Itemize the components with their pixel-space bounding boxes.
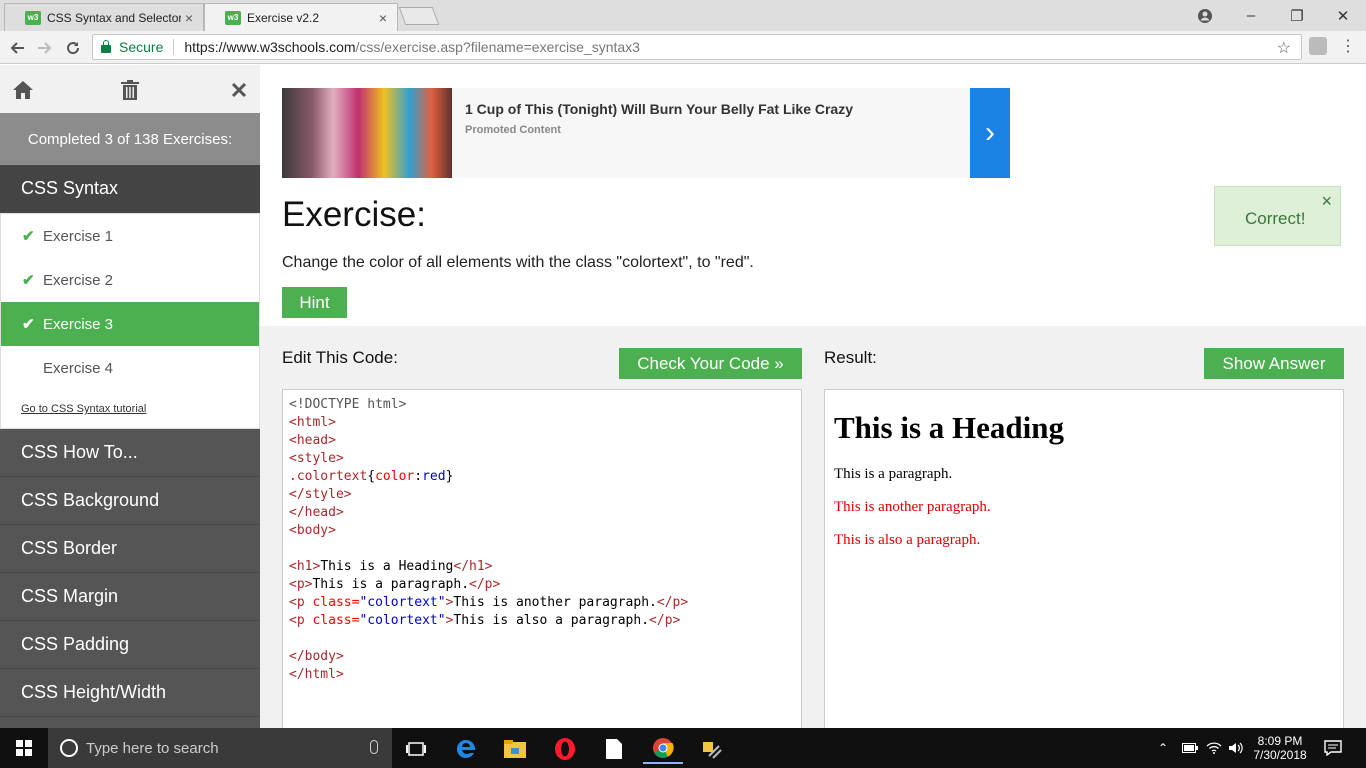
exercise-label: Exercise 3: [43, 315, 114, 333]
tab-title: CSS Syntax and Selectors: [47, 10, 181, 25]
checkmark-icon: ✔: [22, 228, 35, 245]
result-paragraph-red: This is another paragraph.: [834, 499, 991, 515]
extension-icon[interactable]: [1309, 37, 1327, 55]
chapter-css-how-to[interactable]: CSS How To...: [0, 429, 260, 477]
home-icon[interactable]: [10, 77, 36, 103]
chrome-icon[interactable]: [643, 734, 683, 764]
taskbar-search[interactable]: Type here to search: [48, 728, 392, 768]
tab-exercise[interactable]: w3 Exercise v2.2 ×: [204, 3, 398, 31]
url-path: /css/exercise.asp?filename=exercise_synt…: [355, 39, 640, 55]
checkmark-icon: ✔: [22, 316, 35, 333]
correct-message: Correct!: [1245, 209, 1306, 228]
correct-alert: Correct! ×: [1214, 186, 1341, 246]
task-view-icon[interactable]: [396, 734, 436, 764]
chapter-css-border[interactable]: CSS Border: [0, 525, 260, 573]
result-frame: This is a Heading This is a paragraph. T…: [824, 389, 1344, 728]
check-code-button[interactable]: Check Your Code »: [619, 348, 802, 379]
new-tab-button[interactable]: [398, 7, 440, 25]
ad-image[interactable]: [282, 88, 452, 178]
clock[interactable]: 8:09 PM 7/30/2018: [1253, 728, 1307, 768]
secure-indicator[interactable]: Secure: [101, 39, 163, 55]
menu-dots-icon[interactable]: ⋮: [1340, 36, 1356, 56]
forward-arrow-icon[interactable]: [34, 37, 56, 59]
chapter-css-background[interactable]: CSS Background: [0, 477, 260, 525]
main-content: 1 Cup of This (Tonight) Will Burn Your B…: [260, 65, 1366, 728]
exercise-workarea: Edit This Code: Check Your Code » Result…: [260, 326, 1366, 728]
url-host: https://www.w3schools.com: [184, 39, 356, 55]
w3schools-favicon-icon: w3: [25, 10, 41, 25]
sidebar: Completed 3 of 138 Exercises: CSS Syntax…: [0, 65, 260, 728]
show-answer-button[interactable]: Show Answer: [1204, 348, 1344, 379]
exercise-title: Exercise:: [282, 195, 426, 234]
clock-date: 7/30/2018: [1253, 748, 1307, 762]
volume-icon[interactable]: [1228, 728, 1244, 768]
wifi-icon[interactable]: [1206, 728, 1222, 768]
exercise-item-3[interactable]: ✔ Exercise 3: [1, 302, 259, 346]
chevron-right-icon[interactable]: ›: [970, 88, 1010, 178]
ad-title[interactable]: 1 Cup of This (Tonight) Will Burn Your B…: [465, 101, 853, 117]
exercise-item-4[interactable]: Exercise 4: [1, 346, 259, 390]
cortana-icon: [60, 739, 78, 757]
clock-time: 8:09 PM: [1257, 734, 1303, 748]
search-placeholder: Type here to search: [86, 739, 219, 757]
result-paragraph-red: This is also a paragraph.: [834, 532, 981, 548]
tab-title: Exercise v2.2: [247, 10, 320, 25]
tab-css-syntax[interactable]: w3 CSS Syntax and Selectors ×: [4, 3, 204, 31]
window-close-button[interactable]: ✕: [1320, 0, 1366, 31]
exercise-description: Change the color of all elements with th…: [282, 254, 754, 271]
chapter-css-height-width[interactable]: CSS Height/Width: [0, 669, 260, 717]
tab-close-icon[interactable]: ×: [379, 10, 387, 26]
notifications-icon[interactable]: [1324, 728, 1342, 768]
result-heading: This is a Heading: [834, 410, 1064, 445]
lock-icon: [101, 39, 111, 53]
profile-icon[interactable]: [1182, 0, 1228, 31]
w3schools-favicon-icon: w3: [225, 10, 241, 25]
opera-icon[interactable]: [545, 734, 585, 764]
chapter-css-padding[interactable]: CSS Padding: [0, 621, 260, 669]
tab-strip: w3 CSS Syntax and Selectors × w3 Exercis…: [0, 0, 1366, 31]
tray-chevron-up-icon[interactable]: ⌃: [1158, 728, 1168, 768]
exercise-label: Exercise 4: [43, 359, 114, 377]
tutorial-link[interactable]: Go to CSS Syntax tutorial: [1, 390, 259, 428]
ad-subtitle: Promoted Content: [465, 124, 561, 136]
secure-label: Secure: [119, 39, 164, 55]
checkmark-icon: ✔: [22, 272, 35, 289]
address-bar[interactable]: Secure https://www.w3schools.com/css/exe…: [92, 34, 1302, 60]
tools-icon[interactable]: [692, 734, 732, 764]
document-icon[interactable]: [594, 734, 634, 764]
chapter-css-syntax[interactable]: CSS Syntax: [0, 165, 260, 213]
code-editor[interactable]: <!DOCTYPE html> <html> <head> <style> .c…: [282, 389, 802, 728]
microphone-icon[interactable]: [370, 740, 378, 754]
windows-taskbar: Type here to search ⌃ 8:09 PM 7/30/2018: [0, 728, 1366, 768]
maximize-button[interactable]: ❐: [1274, 0, 1320, 31]
file-explorer-icon[interactable]: [495, 734, 535, 764]
start-button[interactable]: [0, 728, 48, 768]
minimize-button[interactable]: –: [1228, 0, 1274, 31]
reload-icon[interactable]: [62, 37, 84, 59]
exercise-item-2[interactable]: ✔ Exercise 2: [1, 258, 259, 302]
sidebar-toolbar: [0, 65, 260, 113]
close-icon[interactable]: [226, 77, 252, 103]
battery-icon[interactable]: [1182, 728, 1198, 768]
alert-close-icon[interactable]: ×: [1321, 191, 1332, 212]
omnibox-divider: [173, 39, 175, 55]
chapter-css-margin[interactable]: CSS Margin: [0, 573, 260, 621]
exercise-list: ✔ Exercise 1 ✔ Exercise 2 ✔ Exercise 3 E…: [0, 213, 260, 429]
progress-label: Completed 3 of 138 Exercises:: [0, 113, 260, 165]
promoted-ad[interactable]: 1 Cup of This (Tonight) Will Burn Your B…: [282, 88, 1010, 178]
trash-icon[interactable]: [117, 77, 143, 103]
browser-toolbar: Secure https://www.w3schools.com/css/exe…: [0, 31, 1366, 64]
result-paragraph: This is a paragraph.: [834, 466, 953, 482]
edge-icon[interactable]: [446, 734, 486, 764]
exercise-item-1[interactable]: ✔ Exercise 1: [1, 214, 259, 258]
tab-close-icon[interactable]: ×: [185, 10, 193, 26]
back-arrow-icon[interactable]: [6, 37, 28, 59]
bookmark-star-icon[interactable]: ☆: [1277, 38, 1291, 58]
exercise-label: Exercise 1: [43, 227, 114, 245]
exercise-label: Exercise 2: [43, 271, 114, 289]
edit-code-label: Edit This Code:: [282, 348, 398, 367]
result-label: Result:: [824, 348, 877, 367]
windows-logo-icon: [16, 740, 32, 756]
hint-button[interactable]: Hint: [282, 287, 347, 318]
